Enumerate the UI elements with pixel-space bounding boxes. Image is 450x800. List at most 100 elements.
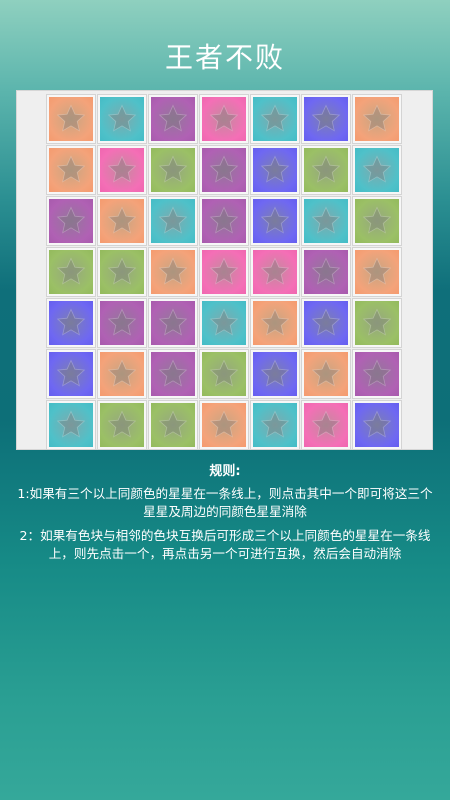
star-tile-purple[interactable] [149,299,197,347]
star-tile-orange[interactable] [47,146,95,194]
star-icon [311,308,341,336]
star-icon [158,308,188,336]
star-tile-orange[interactable] [47,95,95,143]
star-tile-green[interactable] [302,146,350,194]
star-tile-teal[interactable] [302,197,350,245]
star-icon [158,257,188,285]
star-tile-pink[interactable] [98,146,146,194]
star-tile-blue[interactable] [251,146,299,194]
star-tile-teal[interactable] [251,95,299,143]
star-icon [56,155,86,183]
star-icon [209,359,239,387]
star-tile-blue[interactable] [47,299,95,347]
star-tile-teal[interactable] [251,401,299,449]
star-tile-orange[interactable] [302,350,350,398]
star-tile-green[interactable] [200,350,248,398]
star-tile-green[interactable] [47,248,95,296]
star-tile-purple[interactable] [149,350,197,398]
star-tile-teal[interactable] [98,95,146,143]
star-tile-orange[interactable] [353,248,401,296]
star-tile-teal[interactable] [200,299,248,347]
star-tile-teal[interactable] [149,197,197,245]
star-tile-green[interactable] [353,299,401,347]
star-icon [56,206,86,234]
star-icon [209,257,239,285]
star-icon [260,257,290,285]
star-icon [56,308,86,336]
star-tile-purple[interactable] [200,146,248,194]
star-icon [260,308,290,336]
star-tile-purple[interactable] [200,197,248,245]
star-icon [158,104,188,132]
star-icon [56,104,86,132]
star-icon [311,104,341,132]
star-icon [56,359,86,387]
star-icon [311,410,341,438]
star-icon [311,206,341,234]
star-tile-purple[interactable] [98,299,146,347]
star-icon [158,359,188,387]
star-icon [260,359,290,387]
star-icon [107,155,137,183]
rule-2: 2：如果有色块与相邻的色块互换后可形成三个以上同颜色的星星在一条线上，则先点击一… [19,528,431,561]
star-icon [107,206,137,234]
star-icon [209,206,239,234]
star-tile-blue[interactable] [47,350,95,398]
tile-grid [47,95,401,449]
star-icon [209,308,239,336]
star-tile-blue[interactable] [302,299,350,347]
star-icon [362,308,392,336]
star-icon [209,410,239,438]
star-icon [56,257,86,285]
star-icon [311,257,341,285]
star-tile-purple[interactable] [47,197,95,245]
rules-heading: 规则: [209,464,241,479]
star-tile-green[interactable] [149,146,197,194]
star-tile-purple[interactable] [353,350,401,398]
star-tile-pink[interactable] [200,248,248,296]
star-tile-pink[interactable] [251,248,299,296]
star-icon [107,104,137,132]
star-tile-pink[interactable] [200,95,248,143]
star-tile-purple[interactable] [302,248,350,296]
game-title: 王者不败 [164,41,285,74]
star-icon [158,206,188,234]
star-tile-orange[interactable] [353,95,401,143]
star-tile-orange[interactable] [200,401,248,449]
star-icon [209,155,239,183]
star-tile-orange[interactable] [98,197,146,245]
star-tile-pink[interactable] [302,401,350,449]
star-icon [362,155,392,183]
star-icon [311,155,341,183]
star-icon [209,104,239,132]
star-tile-blue[interactable] [302,95,350,143]
star-icon [107,359,137,387]
star-icon [260,206,290,234]
star-tile-green[interactable] [353,197,401,245]
star-icon [107,308,137,336]
star-tile-orange[interactable] [251,299,299,347]
star-icon [56,410,86,438]
star-tile-blue[interactable] [353,401,401,449]
star-tile-blue[interactable] [251,197,299,245]
game-board [16,90,433,450]
star-tile-teal[interactable] [47,401,95,449]
rules-panel: 规则: 1:如果有三个以上同颜色的星星在一条线上，则点击其中一个即可将这三个星星… [14,463,436,569]
star-icon [158,410,188,438]
star-icon [260,104,290,132]
star-tile-green[interactable] [149,401,197,449]
star-tile-green[interactable] [98,401,146,449]
star-tile-green[interactable] [98,248,146,296]
star-icon [311,359,341,387]
star-tile-blue[interactable] [251,350,299,398]
star-icon [362,410,392,438]
rule-1: 1:如果有三个以上同颜色的星星在一条线上，则点击其中一个即可将这三个星星及周边的… [17,486,433,519]
star-icon [260,410,290,438]
star-tile-orange[interactable] [98,350,146,398]
star-icon [362,257,392,285]
star-icon [362,104,392,132]
star-tile-teal[interactable] [353,146,401,194]
star-icon [362,359,392,387]
star-tile-purple[interactable] [149,95,197,143]
star-tile-orange[interactable] [149,248,197,296]
